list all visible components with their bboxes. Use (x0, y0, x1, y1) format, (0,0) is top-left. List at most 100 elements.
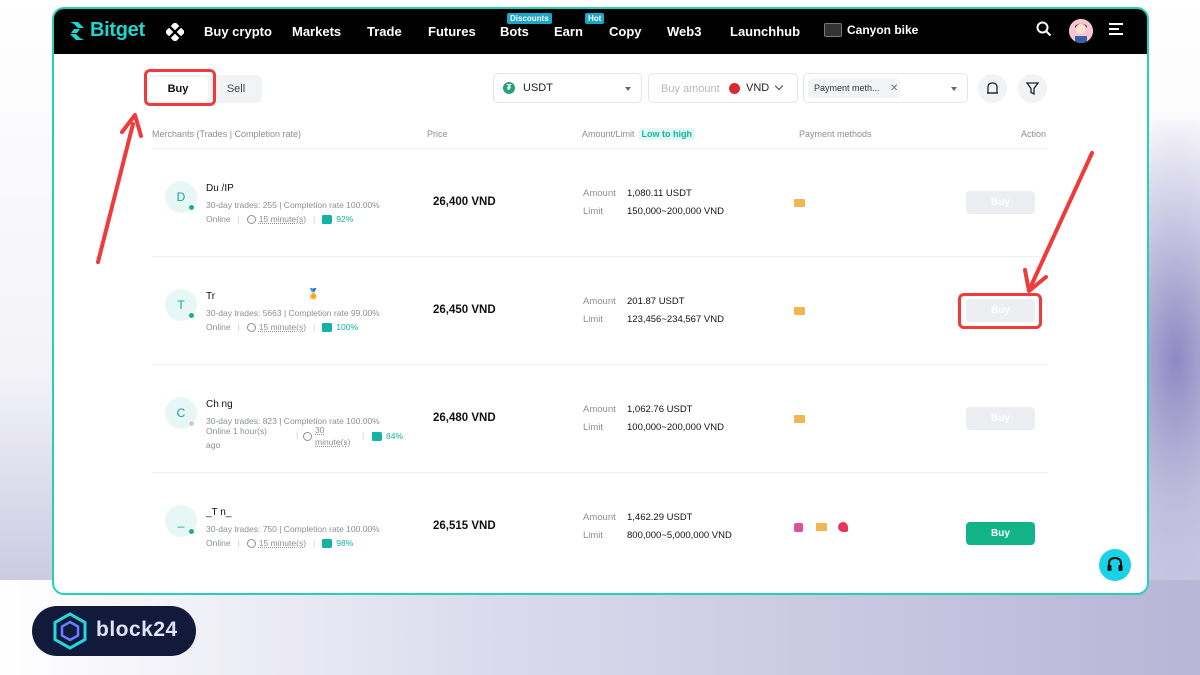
medal-icon: 🏅 (307, 289, 320, 300)
apps-grid-icon[interactable] (166, 23, 184, 41)
merchant-name[interactable]: Ch ng (206, 399, 233, 410)
header-amount-label: Amount/Limit (582, 129, 635, 139)
chevron-down-icon (774, 81, 784, 91)
merchant-name[interactable]: Tr (206, 291, 215, 302)
bitget-logo-icon (70, 21, 84, 40)
release-time: 15 minute(s) (258, 322, 307, 332)
amount-value: 1,080.11 USDT (627, 188, 692, 199)
price: 26,480 VND (433, 412, 496, 424)
merchant-status-line: Online | 15 minute(s) | 100% (206, 322, 359, 332)
sort-badge[interactable]: Low to high (638, 128, 696, 140)
offline-status-dot (188, 420, 195, 427)
logo-text: Bitget (90, 19, 145, 41)
release-time: 15 minute(s) (258, 538, 307, 548)
online-status: Online (206, 214, 231, 224)
support-button[interactable] (1099, 549, 1131, 581)
bell-icon (987, 82, 998, 94)
buy-button[interactable]: Buy (966, 191, 1035, 214)
limit-label: Limit (583, 530, 604, 541)
tab-sell[interactable]: Sell (216, 77, 256, 101)
positive-rate: 92% (336, 214, 354, 224)
limit-label: Limit (583, 422, 604, 433)
merchant-status-line: Online | 15 minute(s) | 98% (206, 538, 354, 548)
coin-select-value: USDT (523, 82, 553, 94)
header-payment: Payment methods (799, 129, 872, 139)
merchant-status-line: Online | 15 minute(s) | 92% (206, 214, 354, 224)
promo-link[interactable]: Canyon bike (824, 23, 918, 37)
positive-rate: 98% (336, 538, 354, 548)
merchant-stats: 30-day trades: 750 | Completion rate 100… (206, 524, 380, 534)
merchant-stats: 30-day trades: 823 | Completion rate 100… (206, 416, 380, 426)
block24-logo-icon (53, 612, 87, 650)
positive-rate: 84% (386, 431, 404, 441)
amount-label: Amount (583, 296, 616, 307)
limit-value: 123,456~234,567 VND (627, 314, 724, 325)
annotation-box-buy-button (958, 293, 1042, 329)
clock-icon (303, 432, 312, 441)
close-icon[interactable]: ✕ (890, 79, 898, 98)
payment-chip: Payment meth... ✕ (808, 79, 900, 98)
online-status-dot (188, 204, 195, 211)
release-time: 30 (315, 425, 325, 435)
buy-button[interactable]: Buy (966, 407, 1035, 430)
price: 26,450 VND (433, 304, 496, 316)
annotation-box-buy-tab (144, 69, 216, 106)
release-time-unit: minute(s) (315, 437, 351, 447)
price: 26,515 VND (433, 520, 496, 532)
online-status: Online 1 hour(s) (206, 426, 267, 436)
header-action: Action (1021, 129, 1047, 139)
table-row: C Ch ng 30-day trades: 823 | Completion … (152, 365, 1048, 473)
avatar-face-icon (1069, 19, 1093, 43)
coin-select[interactable]: ₮ USDT (493, 73, 642, 103)
menu-icon[interactable] (1109, 21, 1125, 37)
headset-icon (1107, 556, 1123, 571)
online-status-dot (188, 528, 195, 535)
positive-rate: 100% (336, 322, 359, 332)
discounts-badge: Discounts (507, 13, 552, 24)
limit-value: 150,000~200,000 VND (627, 206, 724, 217)
clock-icon (246, 322, 256, 332)
bitget-logo[interactable]: Bitget (68, 19, 145, 42)
filter-button[interactable] (1018, 74, 1047, 103)
buy-button[interactable]: Buy (966, 522, 1035, 545)
online-status: Online (206, 322, 231, 332)
nav-buy-crypto[interactable]: Buy crypto (204, 24, 272, 39)
nav-bots[interactable]: Bots (500, 24, 529, 39)
header-price: Price (427, 129, 448, 139)
limit-value: 100,000~200,000 VND (627, 422, 724, 433)
payment-method-select[interactable]: Payment meth... ✕ (803, 73, 968, 103)
user-avatar[interactable] (1069, 19, 1093, 43)
nav-copy[interactable]: Copy (609, 24, 642, 39)
amount-value: 1,462.29 USDT (627, 512, 693, 523)
limit-label: Limit (583, 206, 604, 217)
nav-futures[interactable]: Futures (428, 24, 476, 39)
online-status-suffix: ago (206, 440, 221, 450)
amount-label: Amount (583, 404, 616, 415)
online-status-dot (188, 312, 195, 319)
payment-chip-label: Payment meth... (814, 83, 880, 93)
bank-card-icon (816, 523, 827, 531)
merchant-name[interactable]: Du /IP (206, 183, 234, 194)
nav-markets[interactable]: Markets (292, 24, 341, 39)
nav-trade[interactable]: Trade (367, 24, 402, 39)
nav-web3[interactable]: Web3 (667, 24, 701, 39)
block24-text: block24 (96, 618, 178, 641)
zalopay-icon (838, 522, 848, 532)
buy-amount-placeholder: Buy amount (661, 83, 720, 95)
amount-label: Amount (583, 188, 616, 199)
nav-earn[interactable]: Earn (554, 24, 583, 39)
nav-launchhub[interactable]: Launchhub (730, 24, 800, 39)
merchant-stats: 30-day trades: 255 | Completion rate 100… (206, 200, 380, 210)
momo-icon (794, 523, 803, 532)
merchant-name[interactable]: _T n_ (206, 507, 231, 518)
notification-button[interactable] (978, 74, 1007, 103)
amount-label: Amount (583, 512, 616, 523)
top-nav: Bitget Buy crypto Markets Trade Futures … (54, 9, 1147, 54)
currency-select[interactable]: VND (746, 82, 769, 94)
thumbs-up-icon (372, 432, 382, 441)
buy-amount-input[interactable]: Buy amount VND (648, 73, 798, 103)
hot-badge: Hot (585, 13, 605, 24)
search-icon[interactable] (1036, 21, 1052, 37)
amount-value: 1,062.76 USDT (627, 404, 693, 415)
bank-card-icon (794, 307, 805, 315)
